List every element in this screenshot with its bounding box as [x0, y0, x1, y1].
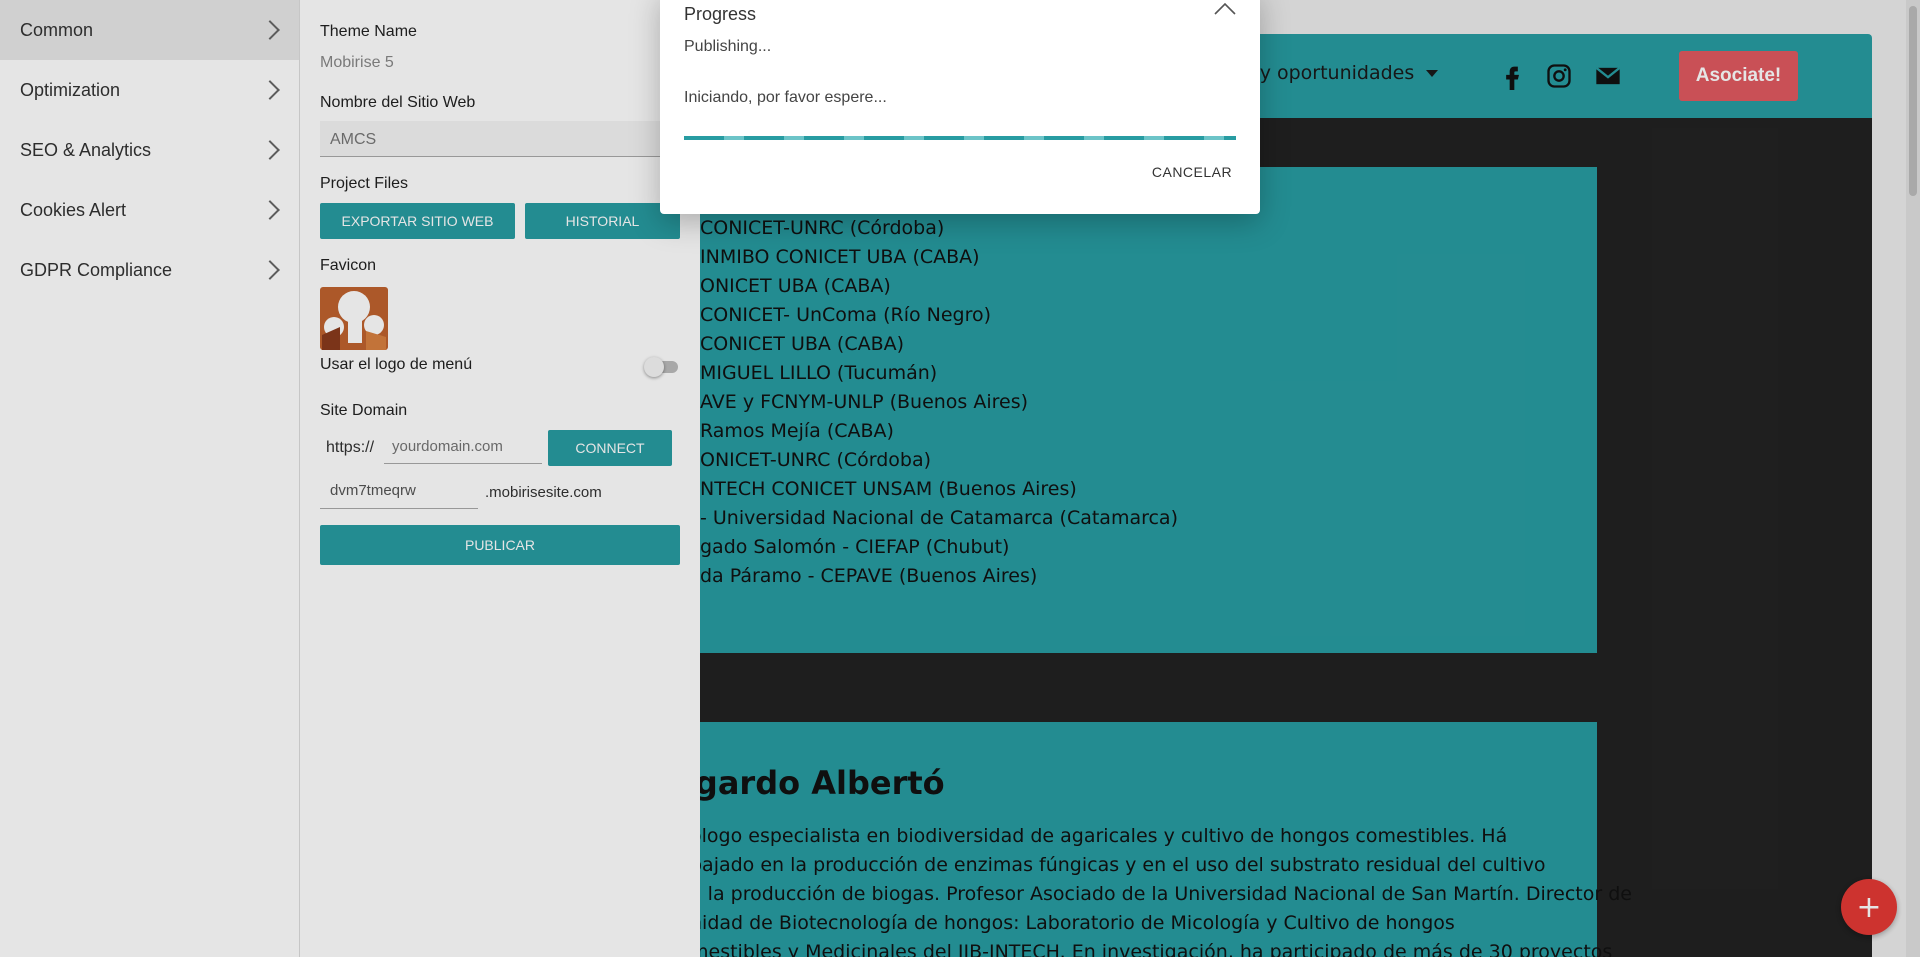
dialog-message: Iniciando, por favor espere...: [684, 89, 887, 106]
dialog-title: Progress: [684, 4, 757, 24]
close-icon[interactable]: [1212, 0, 1238, 22]
progress-bar-fill: [684, 136, 1236, 140]
progress-dialog: Progress Publishing... Iniciando, por fa…: [660, 0, 1260, 214]
cancel-button[interactable]: CANCELAR: [1142, 154, 1242, 190]
progress-bar: [684, 136, 1236, 140]
dialog-status: Publishing...: [684, 38, 772, 55]
